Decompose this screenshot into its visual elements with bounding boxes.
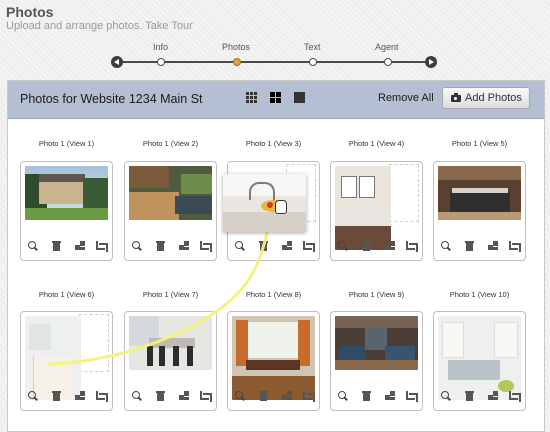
hand-grab-icon	[275, 200, 287, 214]
dragged-photo-ghost[interactable]	[223, 174, 306, 232]
